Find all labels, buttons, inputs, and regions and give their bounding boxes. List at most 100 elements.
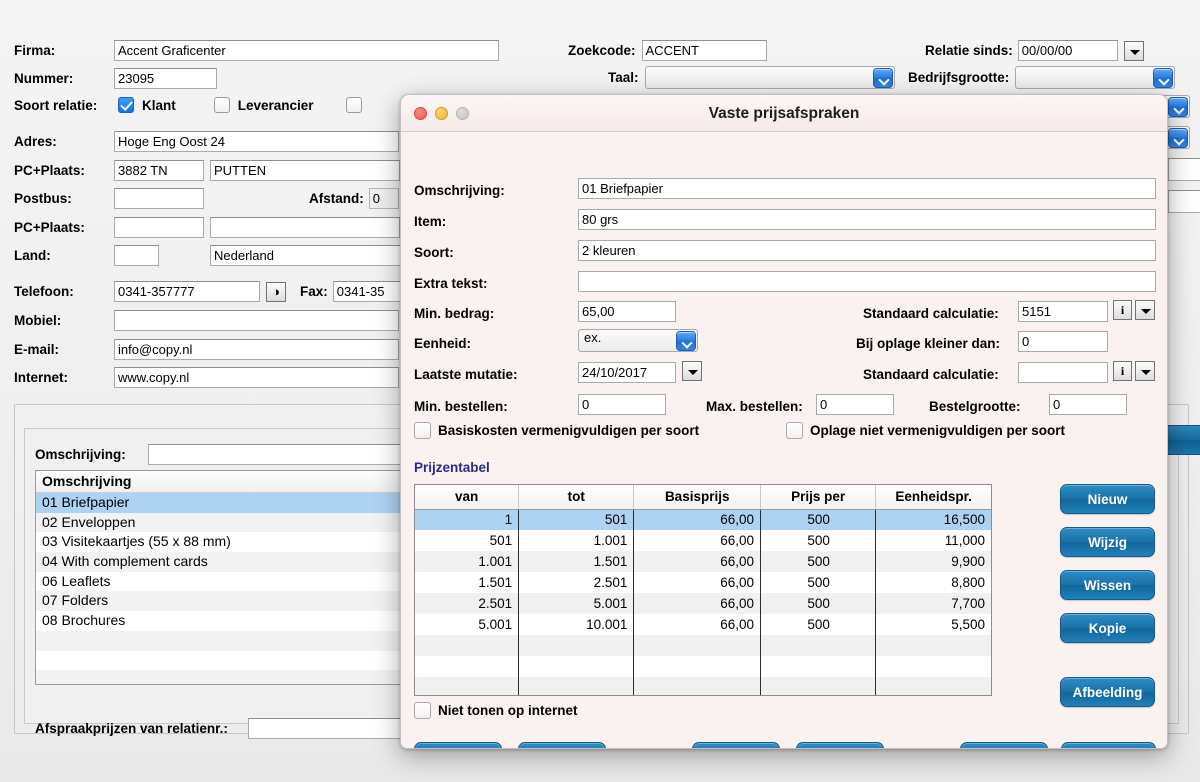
print-button[interactable]: Print (692, 742, 780, 748)
chevron-down-icon[interactable] (1168, 97, 1188, 117)
afstand-input[interactable]: 0 (368, 188, 399, 209)
table-cell: 7,700 (875, 593, 991, 614)
pcplaats2-label: PC+Plaats: (14, 220, 85, 235)
dlg-bij-oplage-input[interactable]: 0 (1018, 331, 1108, 352)
checkbox-klant[interactable] (118, 97, 134, 113)
prijzentabel-table: van tot Basisprijs Prijs per Eenheidspr. 1 50… (415, 485, 991, 695)
taal-select[interactable] (644, 66, 895, 89)
phone-dial-icon[interactable]: ◑ (266, 281, 286, 302)
dlg-laatste-mutatie-input[interactable]: 24/10/2017 (578, 362, 676, 383)
zoekcode-input[interactable]: ACCENT (641, 40, 767, 61)
chevron-down-icon[interactable] (1153, 68, 1174, 88)
dlg-extra-tekst-input[interactable] (578, 271, 1156, 292)
volgend-button[interactable]: Volgend (518, 742, 606, 748)
minimize-button[interactable] (435, 107, 448, 120)
esc-button[interactable]: ESC (960, 742, 1048, 748)
field-row-telefoon: Telefoon: 0341-357777 ◑ Fax: 0341-35 (14, 281, 423, 302)
dlg-soort-input[interactable]: 2 kleuren (578, 240, 1156, 261)
postbus-input[interactable] (114, 188, 204, 209)
field-row-pcplaats-1: PC+Plaats: 3882 TN PUTTEN (14, 160, 400, 181)
checkbox-niet-tonen[interactable] (414, 702, 431, 719)
checkbox-basiskosten[interactable] (414, 422, 431, 439)
mobiel-input[interactable] (114, 310, 399, 331)
afbeelding-button[interactable]: Afbeelding (1060, 677, 1155, 707)
landcode-input[interactable] (114, 245, 159, 266)
nummer-input[interactable]: 23095 (114, 68, 217, 89)
dlg-max-bestellen-input[interactable]: 0 (816, 394, 894, 415)
dropdown-icon-calc-2[interactable] (1135, 361, 1155, 381)
table-header-row: van tot Basisprijs Prijs per Eenheidspr. (415, 485, 991, 510)
dlg-max-bestellen-label: Max. bestellen: (706, 399, 803, 414)
table-row[interactable]: 1.501 2.501 66,00 500 8,800 (415, 572, 991, 593)
postcode2-input[interactable] (114, 217, 204, 238)
zoom-button[interactable] (456, 107, 469, 120)
bedrijfsgrootte-select[interactable] (1015, 66, 1176, 89)
dlg-item-input[interactable]: 80 grs (578, 209, 1156, 230)
wijzig-button[interactable]: Wijzig (1060, 527, 1155, 557)
enter-button[interactable]: ENTER (1061, 742, 1156, 748)
table-cell: 2.501 (415, 593, 520, 614)
prijzentabel[interactable]: van tot Basisprijs Prijs per Eenheidspr. 1 50… (414, 484, 992, 696)
field-row-omschrijving-search: Omschrijving: (35, 444, 418, 465)
dlg-min-bedrag-input[interactable]: 65,00 (578, 301, 676, 322)
table-cell-empty (633, 635, 762, 656)
plaats1-input[interactable]: PUTTEN (210, 160, 400, 181)
postcode1-input[interactable]: 3882 TN (114, 160, 204, 181)
table-cell-empty (633, 677, 762, 695)
table-cell-empty (518, 635, 635, 656)
relatie-sinds-input[interactable]: 00/00/00 (1017, 40, 1118, 61)
dlg-bestelgrootte-input[interactable]: 0 (1049, 394, 1127, 415)
table-cell: 8,800 (951, 575, 985, 590)
table-row[interactable]: 501 1.001 66,00 500 11,000 (415, 530, 991, 551)
vorige-button[interactable]: Vorige (414, 742, 502, 748)
omschrijving-search-input[interactable] (147, 444, 418, 465)
table-cell: 66,00 (633, 572, 762, 593)
dropdown-icon-calc-1[interactable] (1135, 300, 1155, 320)
extra-input-1[interactable] (1168, 158, 1200, 181)
dlg-min-bestellen-input[interactable]: 0 (578, 394, 666, 415)
chevron-down-icon[interactable] (872, 68, 893, 88)
email-input[interactable]: info@copy.nl (114, 339, 399, 360)
close-button[interactable] (414, 107, 427, 120)
firma-input[interactable]: Accent Graficenter (114, 40, 499, 61)
table-row[interactable]: 5.001 10.001 66,00 500 5,500 (415, 614, 991, 635)
info-icon-2[interactable]: i (1113, 361, 1132, 381)
adres-input[interactable]: Hoge Eng Oost 24 (114, 131, 399, 152)
nieuw-button[interactable]: Nieuw (1060, 484, 1155, 514)
adres-label: Adres: (14, 134, 57, 149)
extra-input-2[interactable] (1168, 190, 1200, 213)
relatie-sinds-dropdown-icon[interactable] (1123, 40, 1144, 61)
internet-input[interactable]: www.copy.nl (114, 367, 399, 388)
table-row[interactable]: 1.001 1.501 66,00 500 9,900 (415, 551, 991, 572)
dlg-eenheid-select[interactable]: ex. (578, 329, 698, 352)
dlg-std-calc2-label: Standaard calculatie: (863, 367, 999, 382)
table-body[interactable]: 1 501 66,00 500 16,500 501 1.001 66,00 500 11,000… (415, 509, 991, 695)
checkbox-leverancier[interactable] (213, 97, 230, 113)
email-label: E-mail: (14, 342, 60, 357)
table-row[interactable]: 1 501 66,00 500 16,500 (415, 509, 991, 530)
field-row-nummer: Nummer: 23095 (14, 68, 217, 89)
omschrijving-search-label: Omschrijving: (35, 447, 126, 462)
autovul-button[interactable]: Autovul (796, 742, 884, 748)
info-icon-1[interactable]: i (1113, 300, 1132, 320)
chevron-down-icon[interactable] (1168, 128, 1188, 148)
table-cell: 66,00 (633, 509, 762, 530)
table-row[interactable]: 2.501 5.001 66,00 500 7,700 (415, 593, 991, 614)
wissen-button[interactable]: Wissen (1060, 570, 1155, 600)
table-column-header: Eenheidspr. (875, 485, 991, 510)
dropdown-icon-laatste-mutatie[interactable] (682, 361, 702, 381)
dlg-std-calc1-input[interactable]: 5151 (1018, 301, 1108, 322)
dlg-omschrijving-input[interactable]: 01 Briefpapier (578, 178, 1156, 199)
kopie-button[interactable]: Kopie (1060, 613, 1155, 643)
checkbox-oplage-niet[interactable] (786, 422, 803, 439)
table-cell: 500 (760, 509, 877, 530)
checkbox-third[interactable] (345, 97, 362, 113)
table-cell-empty (876, 656, 991, 677)
dlg-std-calc2-input[interactable] (1018, 362, 1108, 383)
dialog-titlebar[interactable]: Vaste prijsafspraken (401, 95, 1167, 132)
chevron-down-icon[interactable] (676, 331, 696, 351)
plaats2-input[interactable] (210, 217, 400, 238)
telefoon-input[interactable]: 0341-357777 (114, 281, 260, 302)
table-cell-empty (760, 677, 877, 695)
table-row-empty (415, 656, 991, 677)
